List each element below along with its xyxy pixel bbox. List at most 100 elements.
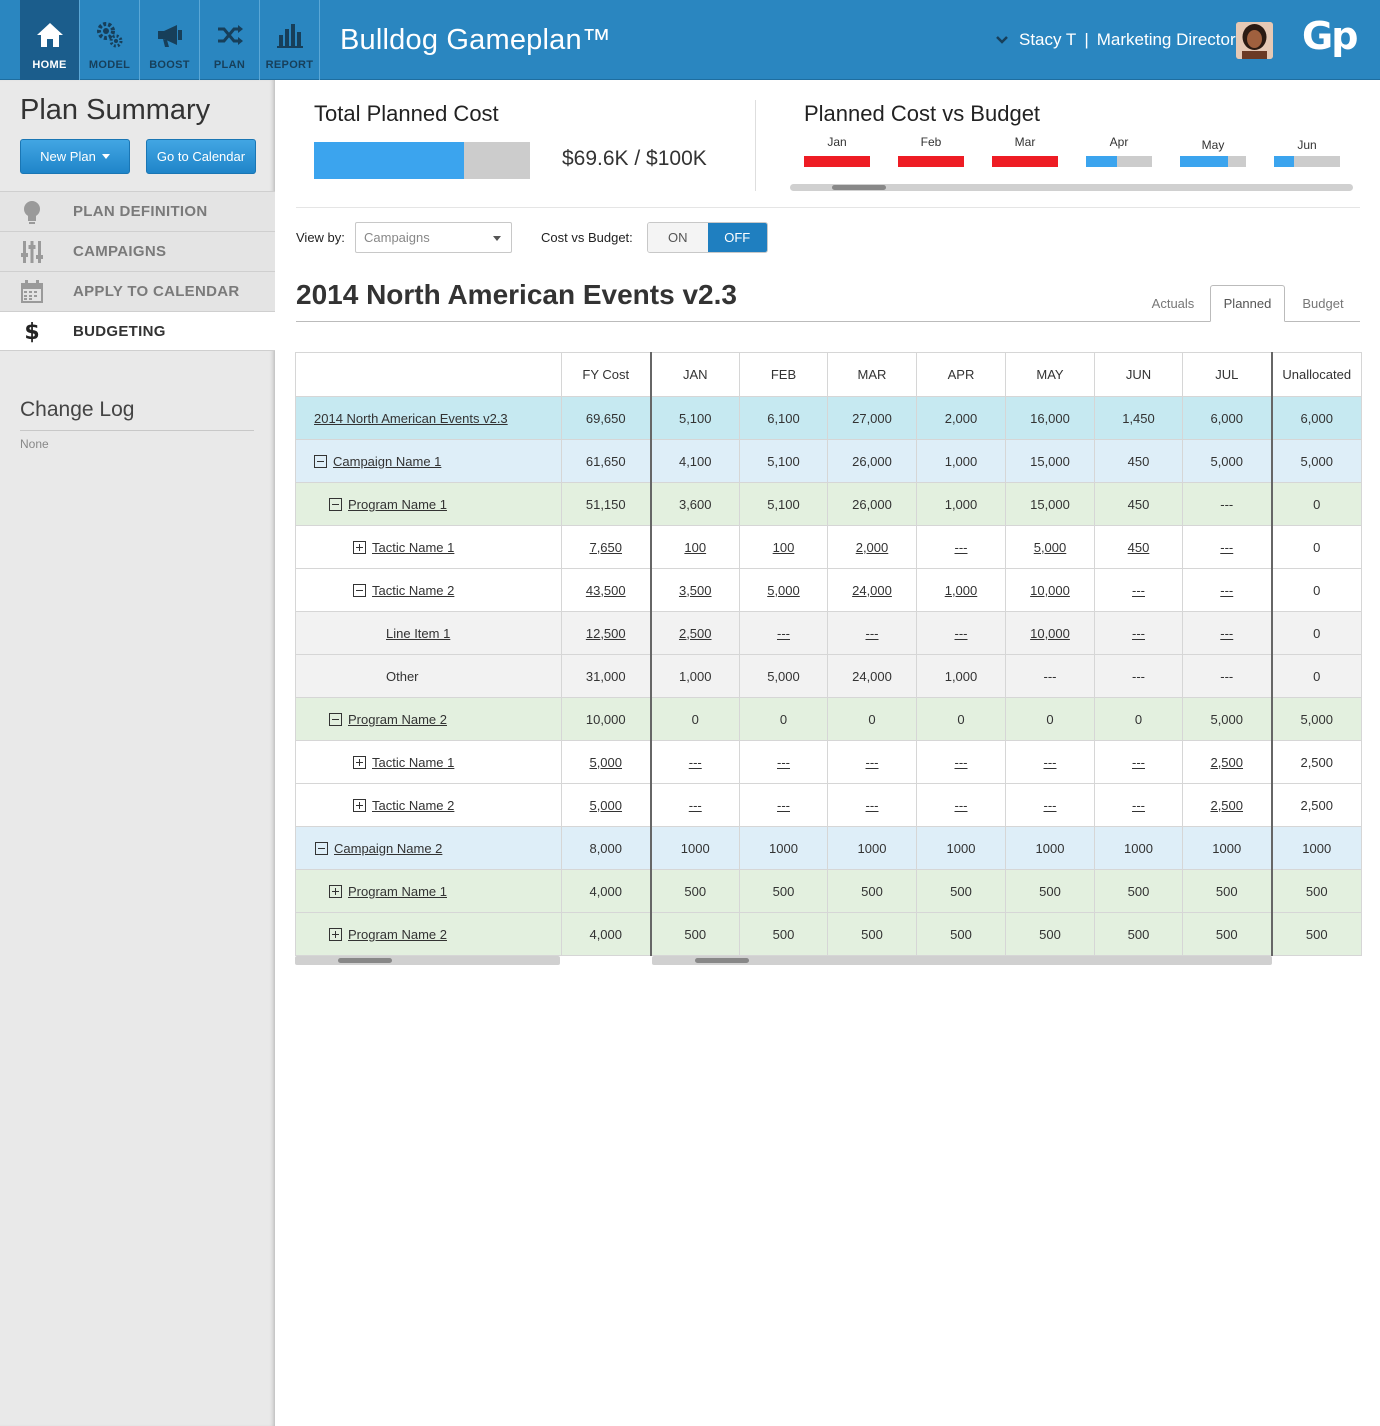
row-name-link[interactable]: Tactic Name 2 xyxy=(372,583,454,598)
sidebar-item-campaigns[interactable]: CAMPAIGNS xyxy=(0,231,275,271)
editable-value[interactable]: --- xyxy=(866,626,879,641)
editable-value[interactable]: --- xyxy=(689,798,702,813)
collapse-icon[interactable] xyxy=(315,841,328,855)
editable-value[interactable]: 450 xyxy=(1128,540,1150,555)
expand-icon[interactable] xyxy=(353,540,366,554)
expand-icon[interactable] xyxy=(353,798,366,812)
value-cell[interactable]: 5,000 xyxy=(1005,525,1095,569)
editable-value[interactable]: --- xyxy=(1044,755,1057,770)
editable-value[interactable]: 3,500 xyxy=(679,583,712,598)
editable-value[interactable]: --- xyxy=(866,798,879,813)
editable-value[interactable]: 5,000 xyxy=(589,798,622,813)
editable-value[interactable]: --- xyxy=(1044,798,1057,813)
editable-value[interactable]: --- xyxy=(1220,626,1233,641)
value-cell[interactable]: 100 xyxy=(739,525,828,569)
avatar[interactable] xyxy=(1236,22,1273,59)
editable-value[interactable]: --- xyxy=(955,540,968,555)
scrollbar-thumb[interactable] xyxy=(338,958,392,963)
value-cell[interactable]: 3,500 xyxy=(649,568,740,612)
expand-icon[interactable] xyxy=(329,927,342,941)
name-column-scrollbar[interactable] xyxy=(295,956,560,965)
editable-value[interactable]: --- xyxy=(777,798,790,813)
editable-value[interactable]: --- xyxy=(866,755,879,770)
editable-value[interactable]: --- xyxy=(1220,540,1233,555)
nav-model[interactable]: MODEL xyxy=(80,0,140,80)
nav-home[interactable]: HOME xyxy=(20,0,80,80)
row-name-link[interactable]: Program Name 2 xyxy=(348,927,447,942)
row-name-link[interactable]: Tactic Name 2 xyxy=(372,798,454,813)
editable-value[interactable]: --- xyxy=(955,798,968,813)
go-to-calendar-button[interactable]: Go to Calendar xyxy=(146,139,256,174)
value-cell[interactable]: --- xyxy=(827,740,917,784)
value-cell[interactable]: --- xyxy=(1005,783,1095,827)
editable-value[interactable]: --- xyxy=(1132,755,1145,770)
value-cell[interactable]: --- xyxy=(1182,611,1272,655)
value-cell[interactable]: 10,000 xyxy=(1005,568,1095,612)
value-cell[interactable]: --- xyxy=(1094,611,1183,655)
new-plan-button[interactable]: New Plan xyxy=(20,139,130,174)
value-cell[interactable]: --- xyxy=(916,740,1006,784)
editable-value[interactable]: 24,000 xyxy=(852,583,892,598)
editable-value[interactable]: 1,000 xyxy=(945,583,978,598)
editable-value[interactable]: 5,000 xyxy=(589,755,622,770)
value-cell[interactable]: --- xyxy=(916,525,1006,569)
editable-value[interactable]: 5,000 xyxy=(767,583,800,598)
view-by-select[interactable]: Campaigns xyxy=(355,222,512,253)
editable-value[interactable]: 2,000 xyxy=(856,540,889,555)
value-cell[interactable]: --- xyxy=(1182,568,1272,612)
value-cell[interactable]: --- xyxy=(1094,568,1183,612)
user-menu[interactable]: Stacy T | Marketing Director xyxy=(995,30,1236,50)
row-name-link[interactable]: Program Name 1 xyxy=(348,884,447,899)
row-name-link[interactable]: Program Name 1 xyxy=(348,497,447,512)
collapse-icon[interactable] xyxy=(353,583,366,597)
value-cell[interactable]: --- xyxy=(1005,740,1095,784)
value-cell[interactable]: --- xyxy=(739,611,828,655)
editable-value[interactable]: 10,000 xyxy=(1030,583,1070,598)
value-cell[interactable]: 2,500 xyxy=(1182,740,1272,784)
cost-vs-budget-toggle[interactable]: ON OFF xyxy=(647,222,768,253)
editable-value[interactable]: --- xyxy=(1132,626,1145,641)
row-name-link[interactable]: Campaign Name 1 xyxy=(333,454,441,469)
value-cell[interactable]: --- xyxy=(1094,740,1183,784)
editable-value[interactable]: 7,650 xyxy=(589,540,622,555)
scrollbar-thumb[interactable] xyxy=(695,958,749,963)
value-cell[interactable]: 2,500 xyxy=(1182,783,1272,827)
toggle-on-option[interactable]: ON xyxy=(648,223,708,252)
editable-value[interactable]: 2,500 xyxy=(1210,798,1243,813)
value-cell[interactable]: 12,500 xyxy=(561,611,651,655)
sidebar-item-budgeting[interactable]: $ BUDGETING xyxy=(0,311,275,351)
row-name-link[interactable]: Tactic Name 1 xyxy=(372,755,454,770)
editable-value[interactable]: 12,500 xyxy=(586,626,626,641)
value-cell[interactable]: --- xyxy=(649,783,740,827)
editable-value[interactable]: --- xyxy=(1132,583,1145,598)
value-cell[interactable]: --- xyxy=(827,611,917,655)
editable-value[interactable]: --- xyxy=(955,626,968,641)
editable-value[interactable]: 100 xyxy=(684,540,706,555)
expand-icon[interactable] xyxy=(329,884,342,898)
value-cell[interactable]: 1,000 xyxy=(916,568,1006,612)
collapse-icon[interactable] xyxy=(329,497,342,511)
value-cell[interactable]: --- xyxy=(1094,783,1183,827)
scrollbar-thumb[interactable] xyxy=(832,185,886,190)
value-cell[interactable]: 24,000 xyxy=(827,568,917,612)
value-cell[interactable]: 2,000 xyxy=(827,525,917,569)
value-cell[interactable]: 7,650 xyxy=(561,525,651,569)
sidebar-item-plan-definition[interactable]: PLAN DEFINITION xyxy=(0,191,275,231)
value-cell[interactable]: 2,500 xyxy=(649,611,740,655)
value-cell[interactable]: 5,000 xyxy=(739,568,828,612)
tab-planned[interactable]: Planned xyxy=(1210,285,1285,322)
value-cell[interactable]: --- xyxy=(649,740,740,784)
editable-value[interactable]: 2,500 xyxy=(1210,755,1243,770)
row-name-link[interactable]: Program Name 2 xyxy=(348,712,447,727)
editable-value[interactable]: --- xyxy=(1132,798,1145,813)
tab-budget[interactable]: Budget xyxy=(1290,285,1356,322)
row-name-link[interactable]: 2014 North American Events v2.3 xyxy=(314,411,508,426)
value-cell[interactable]: 10,000 xyxy=(1005,611,1095,655)
editable-value[interactable]: --- xyxy=(1220,583,1233,598)
editable-value[interactable]: 2,500 xyxy=(679,626,712,641)
value-cell[interactable]: 5,000 xyxy=(561,783,651,827)
tab-actuals[interactable]: Actuals xyxy=(1140,285,1206,322)
editable-value[interactable]: 100 xyxy=(773,540,795,555)
collapse-icon[interactable] xyxy=(329,712,342,726)
value-cell[interactable]: 43,500 xyxy=(561,568,651,612)
